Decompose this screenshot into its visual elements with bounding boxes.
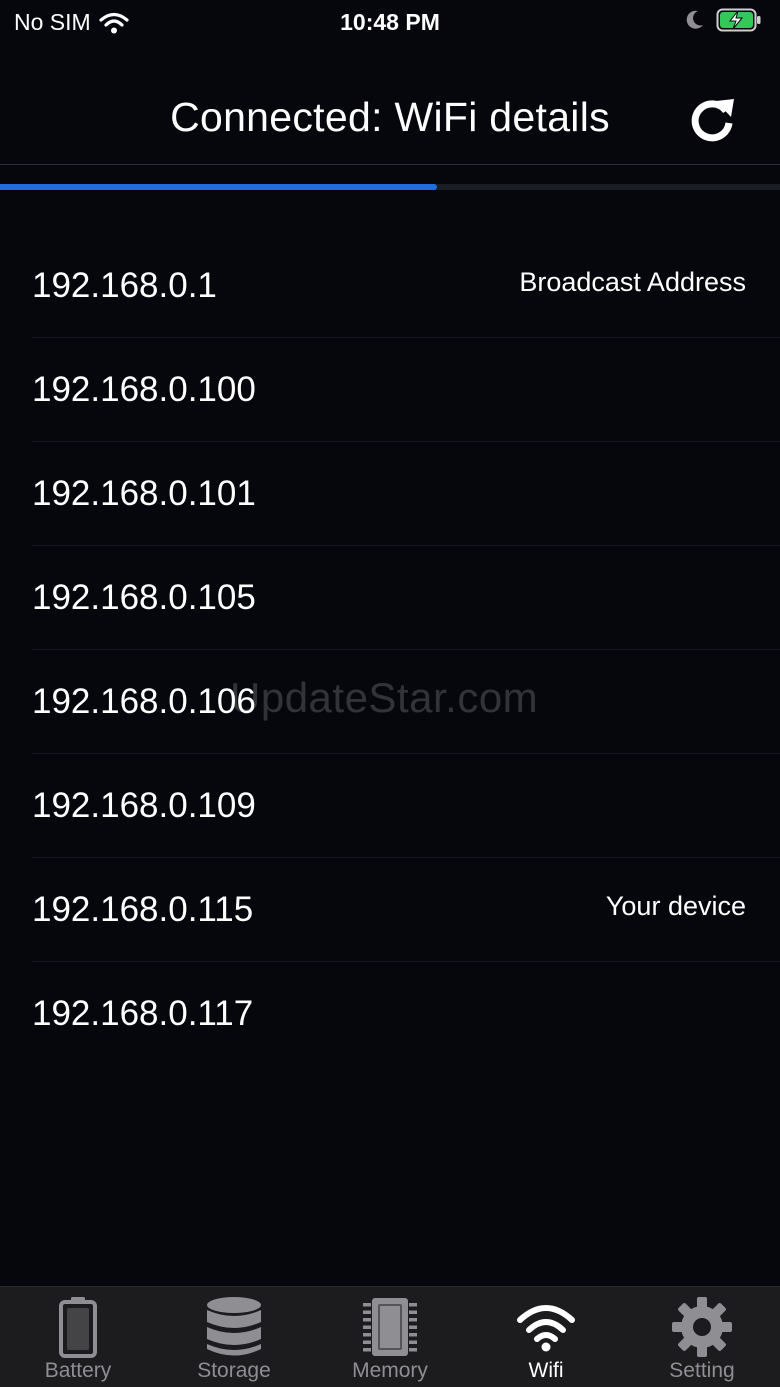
screen: No SIM 10:48 PM Connected: WiFi details <box>0 0 780 1387</box>
refresh-button[interactable] <box>684 91 740 147</box>
tab-battery[interactable]: Battery <box>0 1287 156 1387</box>
device-tag: Your device <box>605 891 746 921</box>
battery-charging-icon <box>716 8 761 32</box>
device-ip: 192.168.0.115 <box>32 890 254 929</box>
status-bar: No SIM 10:48 PM <box>0 0 780 44</box>
refresh-icon <box>691 99 734 142</box>
device-row[interactable]: 192.168.0.101 <box>32 442 780 546</box>
device-ip: 192.168.0.105 <box>32 578 256 617</box>
device-row[interactable]: 192.168.0.100 <box>32 338 780 442</box>
battery-icon <box>43 1295 113 1359</box>
tab-label: Memory <box>352 1359 428 1382</box>
device-ip: 192.168.0.109 <box>32 786 256 825</box>
storage-icon <box>199 1295 269 1359</box>
memory-chip-icon <box>355 1295 425 1359</box>
page-title: Connected: WiFi details <box>170 94 610 140</box>
device-row[interactable]: 192.168.0.105 <box>32 546 780 650</box>
device-row[interactable]: 192.168.0.115 Your device <box>32 858 780 962</box>
tab-label: Setting <box>669 1359 735 1382</box>
device-tag: Broadcast Address <box>519 267 746 297</box>
tab-label: Battery <box>44 1359 112 1382</box>
device-row[interactable]: 192.168.0.1 Broadcast Address <box>32 234 780 338</box>
device-row[interactable]: 192.168.0.109 <box>32 754 780 858</box>
device-ip: 192.168.0.106 <box>32 682 256 721</box>
device-ip: 192.168.0.1 <box>32 266 217 305</box>
device-row[interactable]: 192.168.0.117 <box>32 962 780 1066</box>
device-ip: 192.168.0.117 <box>32 994 254 1033</box>
tab-setting[interactable]: Setting <box>624 1287 780 1387</box>
tab-label: Wifi <box>528 1359 564 1382</box>
tab-label: Storage <box>197 1359 271 1382</box>
wifi-icon <box>511 1295 581 1359</box>
device-list: 192.168.0.1 Broadcast Address 192.168.0.10… <box>0 234 780 1066</box>
tab-bar: Battery Storage Memory Wifi Setting <box>0 1286 780 1387</box>
scan-progress-bar <box>0 184 780 190</box>
device-ip: 192.168.0.101 <box>32 474 256 513</box>
gear-icon <box>667 1295 737 1359</box>
device-row[interactable]: 192.168.0.106 <box>32 650 780 754</box>
tab-memory[interactable]: Memory <box>312 1287 468 1387</box>
tab-storage[interactable]: Storage <box>156 1287 312 1387</box>
scan-progress-fill <box>0 184 437 190</box>
moon-icon <box>686 10 703 29</box>
status-right <box>686 8 762 32</box>
tab-wifi[interactable]: Wifi <box>468 1287 624 1387</box>
device-ip: 192.168.0.100 <box>32 370 256 409</box>
nav-header: Connected: WiFi details <box>0 44 780 165</box>
status-time: 10:48 PM <box>340 9 440 35</box>
